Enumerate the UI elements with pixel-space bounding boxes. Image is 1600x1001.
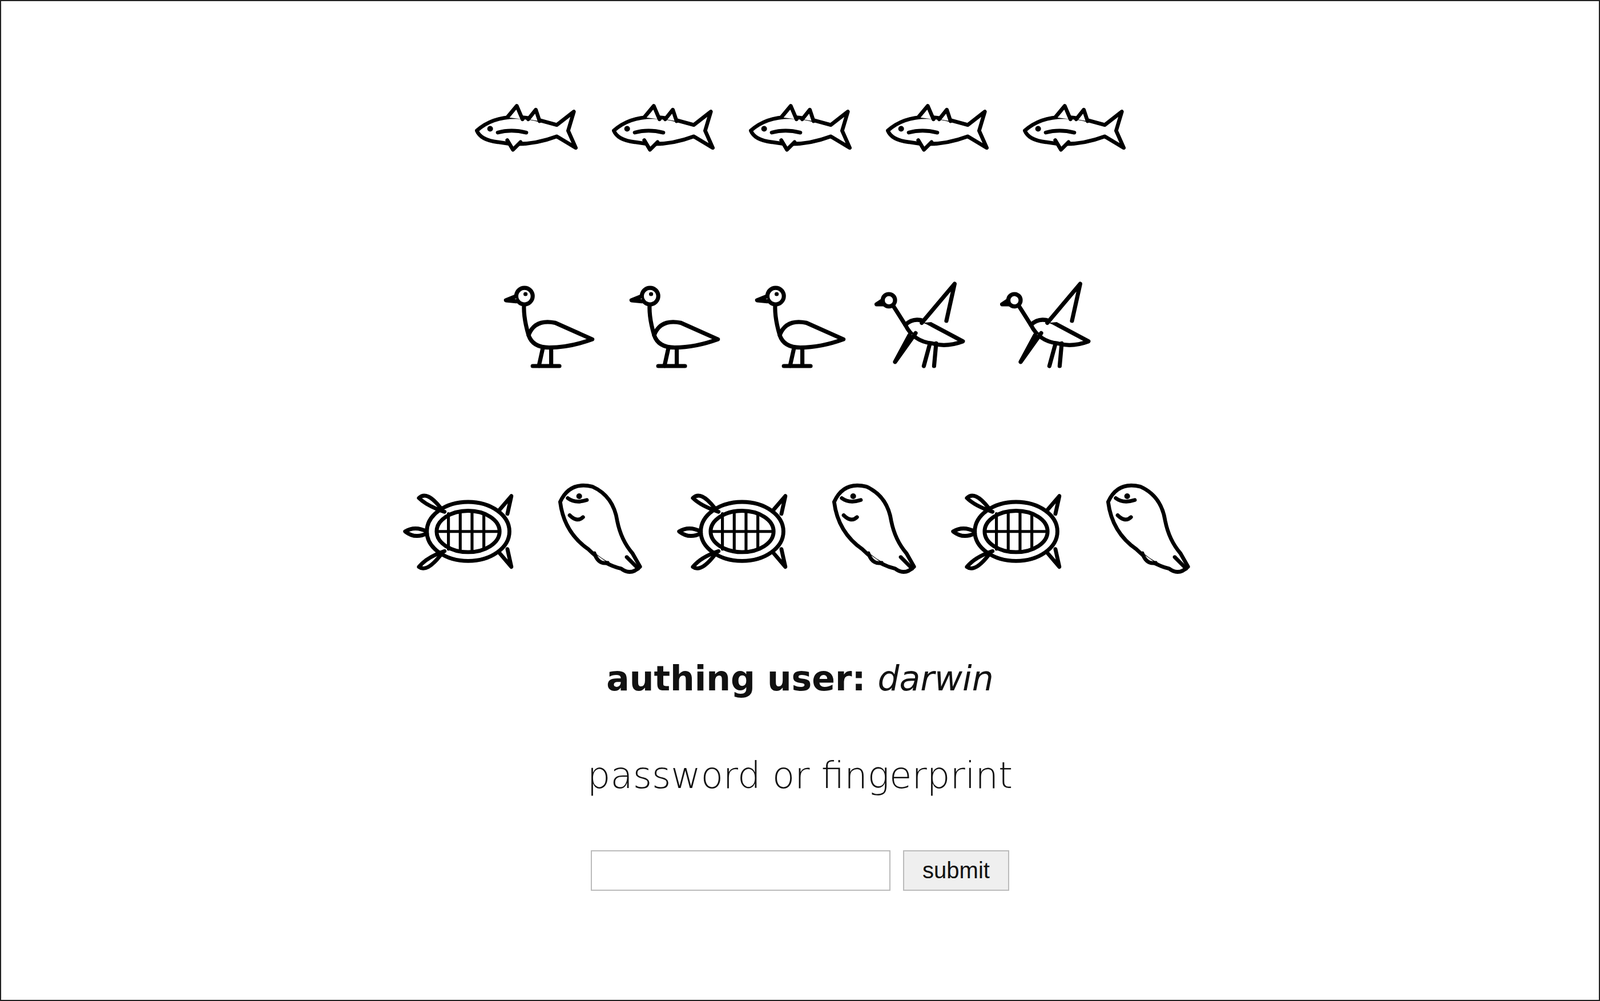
fish-icon [880, 98, 995, 160]
turtle-icon [671, 476, 800, 585]
auth-page: authing user: darwin password or fingerpr… [0, 0, 1600, 1001]
standing-bird-icon [748, 273, 852, 377]
standing-bird-icon [497, 273, 601, 377]
fish-icon [606, 98, 721, 160]
pufferfish-icon [541, 473, 656, 588]
password-field[interactable] [590, 849, 891, 891]
turtle-icon [945, 476, 1074, 585]
submit-button[interactable]: submit [903, 849, 1010, 891]
standing-bird-icon [623, 273, 727, 377]
user-line: authing user: darwin [601, 655, 999, 701]
glyph-row [397, 473, 1204, 588]
flying-bird-icon [1000, 273, 1103, 377]
fish-icon [743, 98, 858, 160]
flying-bird-icon [874, 273, 978, 377]
fish-icon [1017, 98, 1132, 160]
glyph-row [469, 98, 1132, 160]
user-name: darwin [877, 658, 994, 699]
auth-form: submit [590, 849, 1010, 891]
glyph-row [497, 273, 1103, 377]
pufferfish-icon [1089, 473, 1204, 588]
fish-icon [469, 98, 584, 160]
turtle-icon [397, 476, 526, 585]
pufferfish-icon [815, 473, 930, 588]
prompt: password or fingerprint [582, 751, 1018, 799]
